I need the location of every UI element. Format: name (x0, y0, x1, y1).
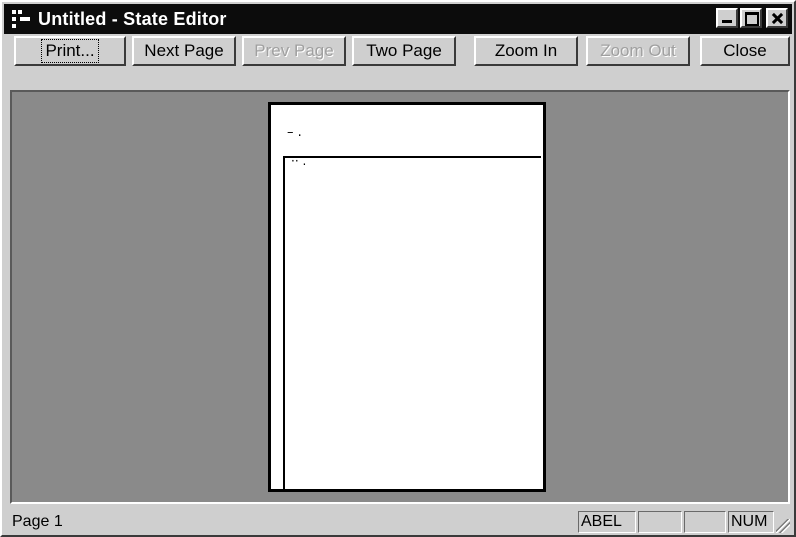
close-window-button[interactable] (766, 8, 788, 28)
print-button[interactable]: Print... (14, 36, 126, 66)
zoom-in-button[interactable]: Zoom In (474, 36, 578, 66)
print-button-label: Print... (41, 39, 99, 63)
preview-page[interactable]: – . ·· . (268, 102, 546, 492)
prev-page-label: Prev Page (254, 41, 334, 60)
status-pane-num: NUM (728, 511, 774, 533)
status-page-text: Page 1 (12, 513, 63, 530)
two-page-button[interactable]: Two Page (352, 36, 456, 66)
maximize-button[interactable] (740, 8, 762, 28)
zoom-out-button[interactable]: Zoom Out (586, 36, 690, 66)
close-label: Close (723, 41, 767, 60)
minimize-button[interactable] (716, 8, 738, 28)
page-header-mark: – . (287, 125, 302, 140)
title-bar[interactable]: Untitled - State Editor (4, 4, 792, 34)
frame-mark: ·· . (291, 154, 307, 168)
next-page-button[interactable]: Next Page (132, 36, 236, 66)
preview-area[interactable]: – . ·· . (10, 90, 790, 504)
next-page-label: Next Page (144, 41, 224, 60)
window-controls (716, 8, 788, 28)
print-preview-window: Untitled - State Editor Print... Next Pa… (0, 0, 796, 537)
app-icon[interactable] (10, 8, 32, 30)
status-pane-abel: ABEL (578, 511, 636, 533)
zoom-in-label: Zoom In (494, 41, 558, 60)
close-button[interactable]: Close (700, 36, 790, 66)
status-bar: Page 1 ABEL NUM (4, 508, 792, 535)
status-pane-empty-1 (638, 511, 682, 533)
preview-toolbar: Print... Next Page Prev Page Two Page Zo… (4, 36, 792, 86)
zoom-out-label: Zoom Out (600, 41, 676, 60)
two-page-label: Two Page (366, 41, 442, 60)
prev-page-button[interactable]: Prev Page (242, 36, 346, 66)
resize-grip-icon[interactable] (776, 519, 790, 533)
window-title: Untitled - State Editor (38, 8, 227, 29)
page-content-frame: ·· . (283, 154, 541, 492)
status-pane-empty-2 (684, 511, 726, 533)
